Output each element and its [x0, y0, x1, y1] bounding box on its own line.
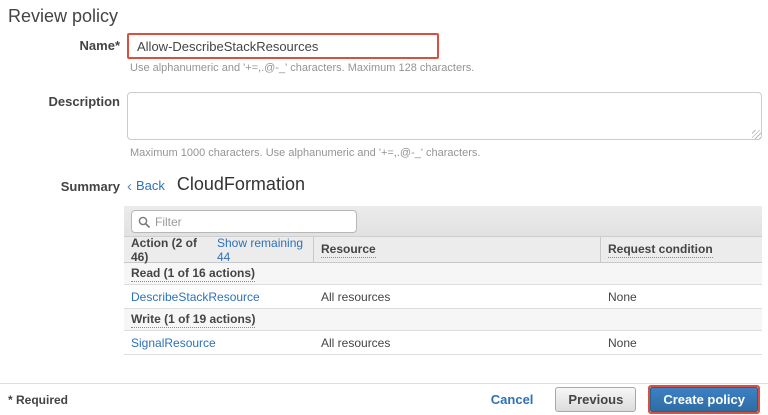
back-link-label: Back — [136, 178, 165, 193]
column-header-action: Action (2 of 46) Show remaining 44 — [124, 237, 314, 262]
resource-cell: All resources — [314, 336, 601, 350]
condition-cell: None — [601, 336, 762, 350]
group-header-write: Write (1 of 19 actions) — [124, 309, 762, 331]
description-label: Description — [0, 94, 120, 109]
table-row: DescribeStackResource All resources None — [124, 285, 762, 309]
resource-cell: All resources — [314, 290, 601, 304]
back-link[interactable]: ‹ Back — [127, 177, 165, 194]
summary-header: ‹ Back CloudFormation — [127, 174, 305, 195]
column-header-request-condition: Request condition — [601, 237, 762, 262]
table-row: SignalResource All resources None — [124, 331, 762, 355]
create-policy-button[interactable]: Create policy — [650, 387, 758, 412]
summary-label: Summary — [0, 179, 120, 194]
service-title: CloudFormation — [177, 174, 305, 195]
footer-bar: * Required Cancel Previous Create policy — [0, 383, 768, 415]
show-remaining-link[interactable]: Show remaining 44 — [217, 236, 313, 264]
table-header-row: Action (2 of 46) Show remaining 44 Resou… — [124, 237, 762, 263]
name-input[interactable] — [127, 33, 439, 59]
resource-header-term[interactable]: Resource — [321, 242, 376, 258]
chevron-left-icon: ‹ — [127, 178, 132, 195]
textarea-resize-grip[interactable] — [752, 130, 761, 139]
page-title: Review policy — [8, 6, 118, 27]
filter-bar — [124, 206, 762, 237]
condition-cell: None — [601, 290, 762, 304]
previous-button[interactable]: Previous — [555, 387, 636, 412]
required-note: * Required — [8, 393, 68, 407]
filter-box[interactable] — [131, 210, 357, 233]
footer-actions: Cancel Previous Create policy — [491, 385, 760, 414]
action-link-describestackresource[interactable]: DescribeStackResource — [131, 290, 260, 304]
write-group-term[interactable]: Write (1 of 19 actions) — [131, 312, 255, 328]
column-header-resource: Resource — [314, 237, 601, 262]
filter-input[interactable] — [155, 215, 350, 229]
action-count-label: Action (2 of 46) — [131, 236, 212, 264]
action-link-signalresource[interactable]: SignalResource — [131, 336, 216, 350]
name-label: Name* — [0, 33, 120, 59]
description-textarea[interactable] — [127, 92, 762, 140]
name-help-text: Use alphanumeric and '+=,.@-_' character… — [130, 62, 474, 74]
group-header-read: Read (1 of 16 actions) — [124, 263, 762, 285]
request-condition-header-term[interactable]: Request condition — [608, 242, 713, 258]
policy-summary-table: Action (2 of 46) Show remaining 44 Resou… — [124, 206, 762, 355]
read-group-term[interactable]: Read (1 of 16 actions) — [131, 266, 255, 282]
search-icon — [138, 216, 150, 228]
cancel-link[interactable]: Cancel — [491, 392, 534, 407]
create-policy-highlight: Create policy — [648, 385, 760, 414]
description-help-text: Maximum 1000 characters. Use alphanumeri… — [130, 147, 480, 159]
